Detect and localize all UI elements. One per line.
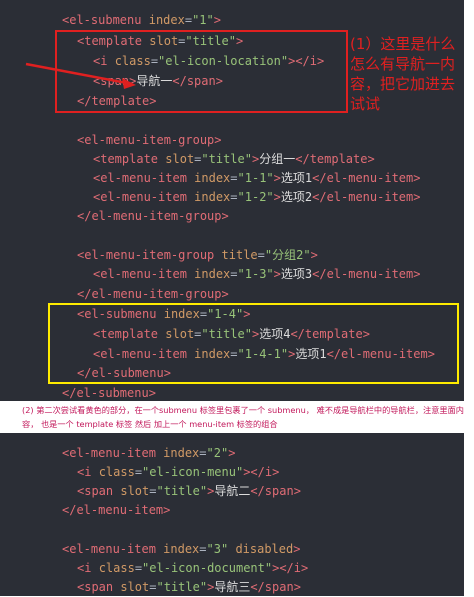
window-edge — [464, 0, 474, 596]
annotation-band-text: (2) 第二次尝试看黄色的部分，在一个submenu 标签里包裹了一个 subm… — [22, 405, 464, 429]
red-arrow-icon — [25, 62, 136, 89]
code-editor: <el-submenu index="1"> <template slot="t… — [0, 0, 468, 596]
